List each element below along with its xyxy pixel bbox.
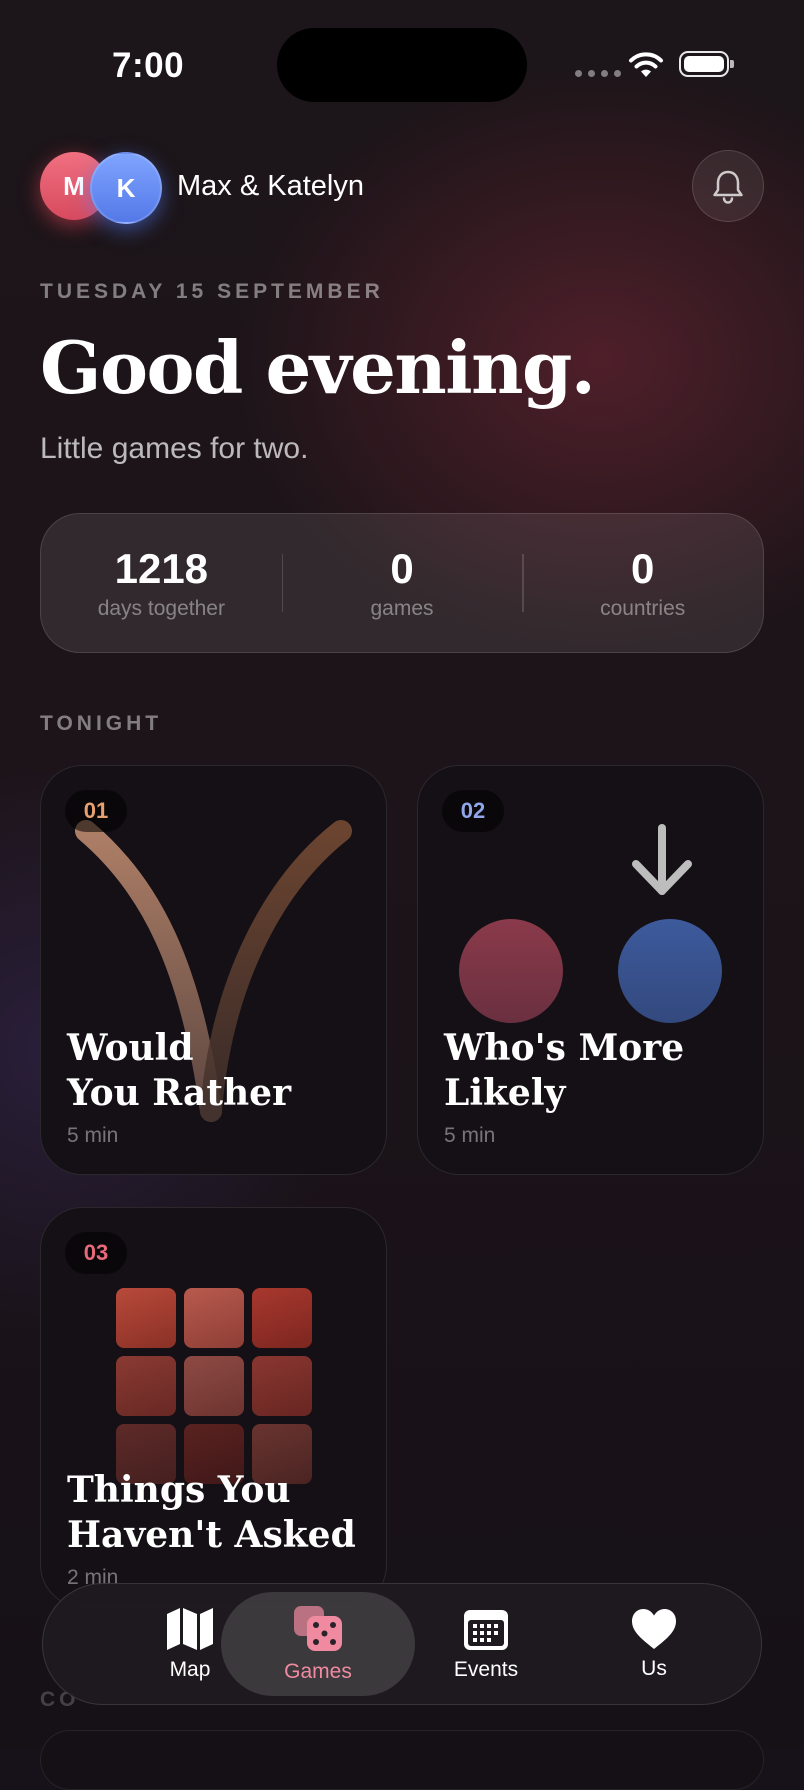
- notifications-button[interactable]: [692, 150, 764, 222]
- stat-value: 1218: [114, 545, 209, 592]
- game-number-badge: 02: [442, 790, 504, 832]
- date-label: TUESDAY 15 SEPTEMBER: [40, 280, 384, 303]
- partial-card: [40, 1730, 764, 1790]
- status-time: 7:00: [112, 46, 185, 85]
- stat-games: 0 games: [281, 514, 523, 652]
- status-bar: 7:00: [0, 0, 804, 120]
- game-duration: 5 min: [67, 1124, 119, 1147]
- game-title-line: Haven't Asked: [67, 1514, 356, 1556]
- dynamic-island: [277, 28, 527, 102]
- heart-icon: [632, 1609, 676, 1649]
- couple-name: Max & Katelyn: [177, 170, 364, 202]
- game-duration: 5 min: [444, 1124, 496, 1147]
- game-card-would-you-rather[interactable]: 01 Would You Rather 5 min: [40, 765, 387, 1175]
- header: M K Max & Katelyn: [40, 150, 764, 224]
- stat-label: games: [370, 597, 434, 620]
- game-title-line: Would: [67, 1027, 194, 1069]
- game-title: Who's More Likely: [444, 1026, 744, 1116]
- tab-events[interactable]: Events: [389, 1592, 583, 1696]
- tab-label: Games: [284, 1660, 352, 1683]
- wifi-icon: [629, 52, 663, 77]
- section-label-tonight: TONIGHT: [40, 712, 163, 735]
- tab-us[interactable]: Us: [557, 1592, 751, 1696]
- bell-icon: [713, 170, 743, 204]
- game-title-line: Who's More: [444, 1027, 685, 1069]
- avatar-katelyn[interactable]: K: [90, 152, 162, 224]
- stat-days-together: 1218 days together: [41, 514, 282, 652]
- game-number-badge: 03: [65, 1232, 127, 1274]
- stat-value: 0: [390, 545, 414, 592]
- game-number-badge: 01: [65, 790, 127, 832]
- game-card-whos-more-likely[interactable]: 02 Who's More Likely 5 min: [417, 765, 764, 1175]
- battery-icon: [679, 51, 734, 77]
- stat-label: days together: [97, 597, 225, 620]
- tab-label: Map: [169, 1658, 211, 1681]
- game-card-things-you-havent-asked[interactable]: 03 Things You Haven't Asked 2 min: [40, 1207, 387, 1607]
- calendar-icon: [464, 1610, 508, 1650]
- tab-label: Us: [641, 1657, 667, 1680]
- game-title: Would You Rather: [67, 1026, 367, 1116]
- tile-grid-illustration: [116, 1288, 312, 1484]
- greeting-heading: Good evening.: [40, 325, 596, 410]
- game-title-line: Likely: [444, 1072, 566, 1114]
- game-title-line: You Rather: [67, 1072, 292, 1114]
- tab-bar: Map Games Events Us: [42, 1583, 762, 1705]
- stats-card: 1218 days together 0 games 0 countries: [40, 513, 764, 653]
- stat-value: 0: [631, 545, 655, 592]
- subtitle: Little games for two.: [40, 432, 309, 465]
- dice-icon: [294, 1606, 342, 1651]
- tab-label: Events: [453, 1658, 519, 1681]
- stat-countries: 0 countries: [522, 514, 763, 652]
- game-title-line: Things You: [67, 1469, 291, 1511]
- stat-label: countries: [600, 597, 686, 620]
- tab-games[interactable]: Games: [221, 1592, 415, 1696]
- cellular-signal-icon: [575, 70, 621, 77]
- map-icon: [167, 1608, 213, 1650]
- game-title: Things You Haven't Asked: [67, 1468, 367, 1558]
